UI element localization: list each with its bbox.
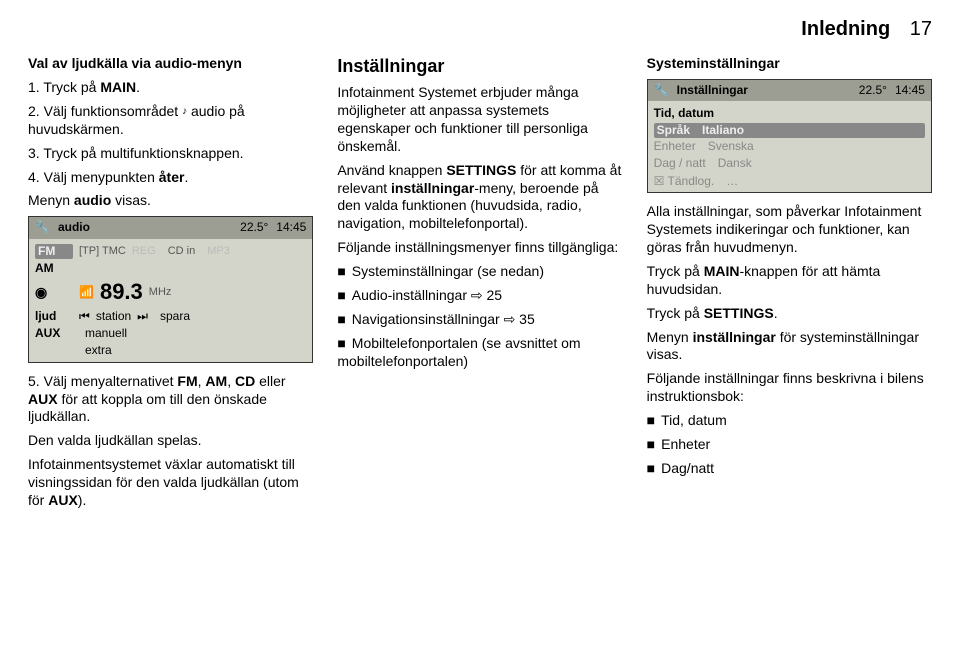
col2-li3: ■Navigationsinställningar ⇨ 35	[337, 311, 622, 329]
lcd-ljud: ljud	[35, 309, 73, 324]
bullet-icon: ■	[337, 311, 345, 327]
col1-p2: Infotainmentsystemet växlar automatiskt …	[28, 456, 313, 510]
lcd2-sprak: Språk	[657, 123, 690, 138]
lcd-audio-screenshot: 🔧 audio 22.5° 14:45 FM [TP] TMC REG CD i…	[28, 216, 313, 362]
lcd-title: audio	[58, 220, 90, 235]
signal-icon: 📶	[79, 285, 94, 300]
lcd-statusbar: 🔧 audio 22.5° 14:45	[29, 217, 312, 238]
page-header: Inledning 17	[28, 18, 932, 41]
lcd2-enheter: Enheter	[654, 139, 696, 154]
bullet-icon: ■	[647, 460, 655, 476]
bullet-icon: ■	[647, 412, 655, 428]
lcd-time: 14:45	[276, 220, 306, 235]
cd-icon: ◉	[35, 284, 73, 302]
col3-li2: ■Enheter	[647, 436, 932, 454]
lcd-mp3: MP3	[207, 244, 230, 258]
lcd2-statusbar: 🔧 Inställningar 22.5° 14:45	[648, 80, 931, 101]
lcd-cdin: CD in	[168, 244, 196, 258]
lcd-reg: REG	[132, 244, 156, 258]
chapter-title: Inledning	[801, 18, 890, 40]
col1-p1: Den valda ljudkällan spelas.	[28, 432, 313, 450]
col3-p3: Tryck på SETTINGS.	[647, 305, 932, 323]
column-1: Val av ljudkälla via audio-menyn 1. Tryc…	[28, 55, 313, 516]
wrench-icon: 🔧	[654, 83, 669, 98]
col2-li1: ■Systeminställningar (se nedan)	[337, 263, 622, 281]
page-number: 17	[910, 18, 932, 40]
lcd-am: AM	[35, 261, 73, 276]
bullet-icon: ■	[337, 287, 345, 303]
content-columns: Val av ljudkälla via audio-menyn 1. Tryc…	[28, 55, 932, 516]
lcd-spara: spara	[160, 309, 220, 324]
step-4: 4. Välj menypunkten åter.	[28, 169, 313, 187]
col3-li1: ■Tid, datum	[647, 412, 932, 430]
next-icon: ⏭	[137, 309, 148, 324]
lcd-fm: FM	[35, 244, 73, 259]
bullet-icon: ■	[647, 436, 655, 452]
col3-li3: ■Dag/natt	[647, 460, 932, 478]
lcd2-dansk: Dansk	[718, 156, 752, 171]
menu-shown: Menyn audio visas.	[28, 192, 313, 210]
lcd-freq: 89.3	[100, 278, 143, 306]
col1-heading: Val av ljudkälla via audio-menyn	[28, 55, 313, 73]
lcd-manuell: manuell	[85, 326, 145, 341]
lcd2-title: Inställningar	[677, 83, 748, 98]
lcd-temp: 22.5°	[240, 220, 268, 235]
col3-p1: Alla inställningar, som påverkar Infotai…	[647, 203, 932, 257]
col3-p2: Tryck på MAIN-knappen för att hämta huvu…	[647, 263, 932, 299]
col2-heading: Inställningar	[337, 55, 622, 78]
step-5: 5. Välj menyalternativet FM, AM, CD elle…	[28, 373, 313, 427]
lcd-settings-screenshot: 🔧 Inställningar 22.5° 14:45 Tid, datum S…	[647, 79, 932, 193]
lcd-unit: MHz	[149, 285, 172, 299]
bullet-icon: ■	[337, 335, 345, 351]
column-2: Inställningar Infotainment Systemet erbj…	[337, 55, 622, 516]
lcd-extra: extra	[85, 343, 145, 358]
lcd2-body: Tid, datum Språk Italiano Enheter Svensk…	[648, 101, 931, 192]
wrench-icon: 🔧	[35, 220, 50, 235]
lcd2-more: …	[726, 174, 738, 189]
col2-p2: Använd knappen SETTINGS för att komma åt…	[337, 162, 622, 234]
lcd2-svenska: Svenska	[708, 139, 754, 154]
lcd-tp-tmc: [TP] TMC	[79, 244, 126, 258]
lcd2-temp: 22.5°	[859, 83, 887, 98]
lcd-aux: AUX	[35, 326, 73, 341]
lcd2-tid: Tid, datum	[654, 106, 714, 121]
column-3: Systeminställningar 🔧 Inställningar 22.5…	[647, 55, 932, 516]
bullet-icon: ■	[337, 263, 345, 279]
lcd-station: station	[96, 309, 131, 324]
col2-p3: Följande inställningsmenyer finns tillgä…	[337, 239, 622, 257]
col3-p5: Följande inställningar finns beskrivna i…	[647, 370, 932, 406]
step-2: 2. Välj funktionsområdet ♪ audio på huvu…	[28, 103, 313, 139]
col2-li4: ■Mobiltelefonportalen (se avsnittet om m…	[337, 335, 622, 371]
lcd2-tandlog: ☒ Tändlog.	[654, 174, 715, 189]
lcd-body: FM [TP] TMC REG CD in MP3 AM ◉ 📶 89.3 MH…	[29, 239, 312, 362]
prev-icon: ⏮	[79, 309, 90, 324]
step-1: 1. Tryck på MAIN.	[28, 79, 313, 97]
lcd2-time: 14:45	[895, 83, 925, 98]
step-3: 3. Tryck på multifunktionsknappen.	[28, 145, 313, 163]
col2-p1: Infotainment Systemet erbjuder många möj…	[337, 84, 622, 156]
lcd2-italiano: Italiano	[702, 123, 744, 138]
col3-p4: Menyn inställningar för systeminställnin…	[647, 329, 932, 365]
lcd2-dagnatt: Dag / natt	[654, 156, 706, 171]
col3-heading: Systeminställningar	[647, 55, 932, 73]
col2-li2: ■Audio-inställningar ⇨ 25	[337, 287, 622, 305]
